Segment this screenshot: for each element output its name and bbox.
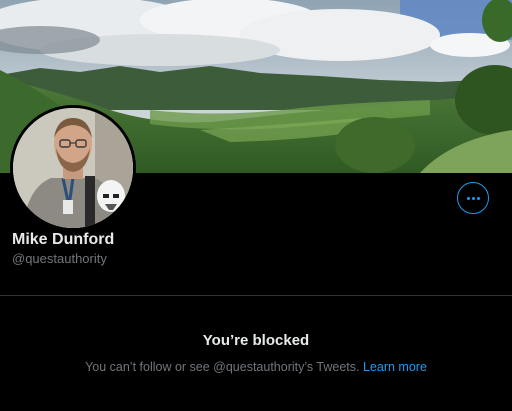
avatar-photo	[13, 108, 133, 228]
more-options-icon	[466, 196, 470, 200]
more-options-button[interactable]	[457, 182, 489, 214]
section-divider	[0, 295, 512, 296]
profile-display-name: Mike Dunford	[12, 231, 115, 248]
blocked-message-text: You can’t follow or see @questauthority’…	[85, 360, 363, 374]
more-options-icon-dot	[476, 196, 480, 200]
profile-page: Mike Dunford @questauthority You’re bloc…	[0, 0, 512, 411]
blocked-message: You can’t follow or see @questauthority’…	[0, 358, 512, 376]
blocked-title: You’re blocked	[202, 332, 310, 349]
learn-more-link[interactable]: Learn more	[363, 360, 427, 374]
profile-handle: @questauthority	[12, 251, 107, 266]
more-options-icon-dot	[471, 196, 475, 200]
profile-avatar[interactable]	[10, 105, 136, 231]
